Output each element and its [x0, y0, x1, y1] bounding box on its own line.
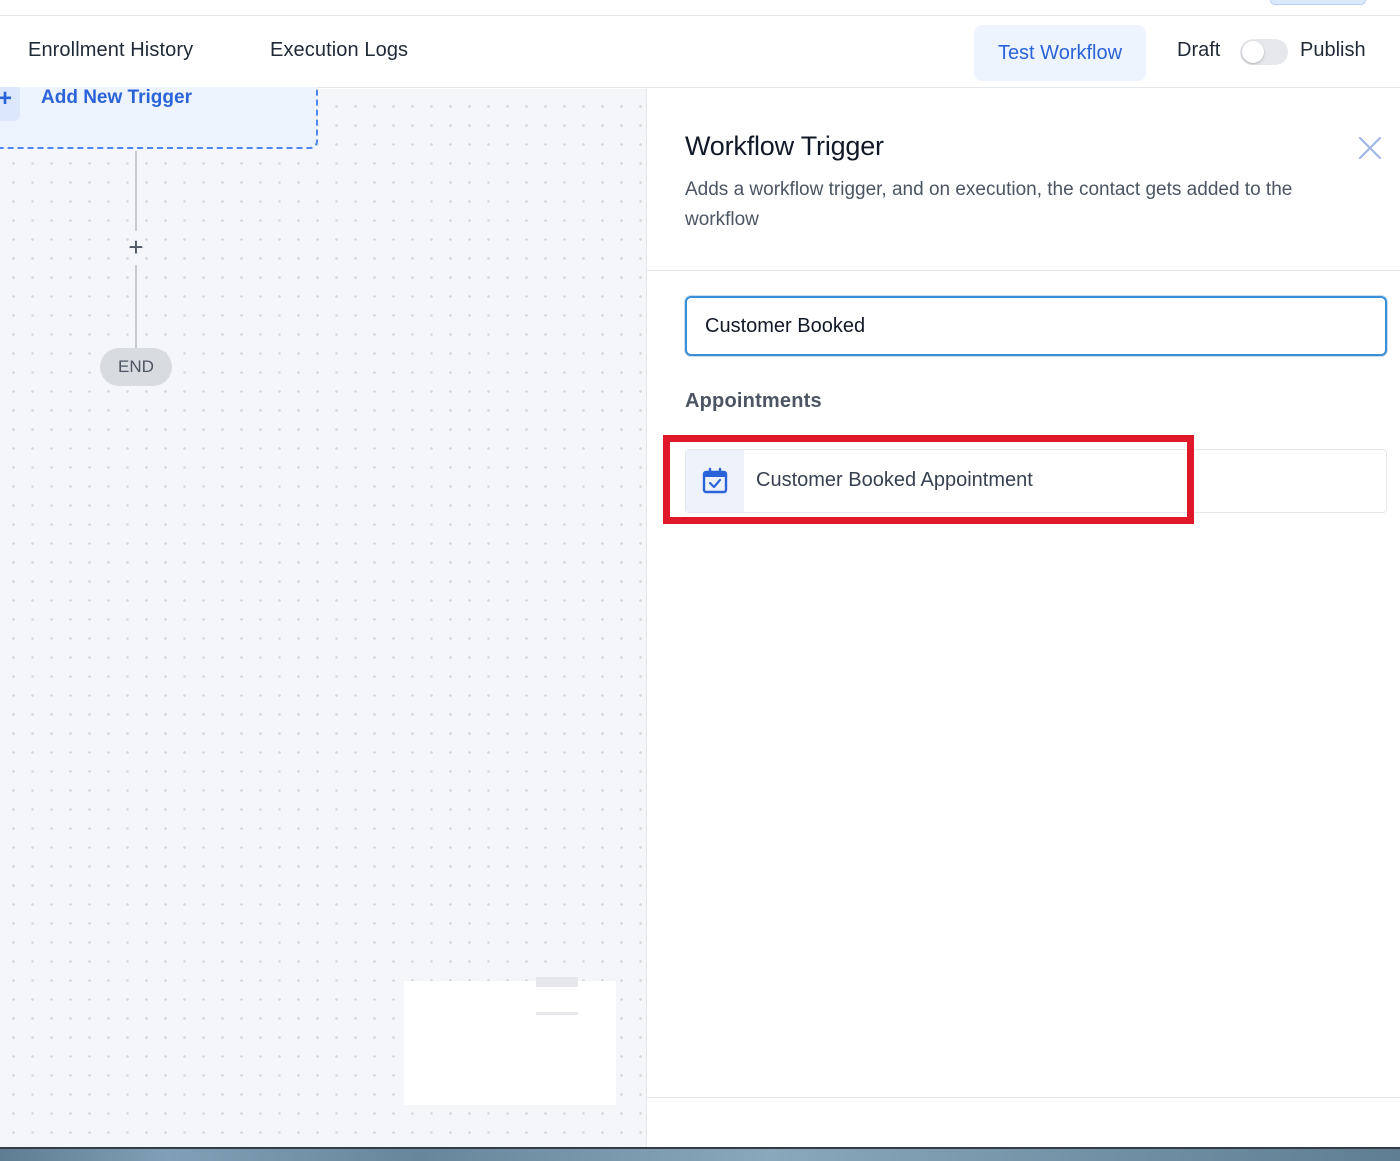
publish-toggle[interactable]: [1240, 39, 1288, 65]
section-label-appointments: Appointments: [685, 390, 822, 412]
option-label: Customer Booked Appointment: [756, 469, 1033, 491]
workflow-canvas[interactable]: + Add New Trigger + END: [0, 85, 646, 1147]
workflow-header: Enrollment History Execution Logs Test W…: [0, 17, 1400, 88]
panel-divider: [647, 270, 1400, 271]
add-new-trigger-label[interactable]: Add New Trigger: [41, 87, 192, 109]
workflow-trigger-panel: Workflow Trigger Adds a workflow trigger…: [646, 89, 1400, 1147]
minimap-bar: [536, 977, 578, 987]
panel-title: Workflow Trigger: [685, 131, 884, 161]
close-icon[interactable]: [1355, 133, 1385, 163]
trigger-search-input[interactable]: [685, 296, 1387, 356]
trigger-option-customer-booked-appointment[interactable]: Customer Booked Appointment: [685, 449, 1387, 513]
draft-label: Draft: [1177, 39, 1221, 61]
calendar-check-icon: [702, 467, 728, 494]
top-strip: [0, 0, 1400, 16]
tab-execution-logs[interactable]: Execution Logs: [270, 39, 408, 62]
toggle-knob: [1242, 41, 1264, 63]
top-peek-button[interactable]: [1270, 0, 1366, 5]
test-workflow-button[interactable]: Test Workflow: [974, 25, 1146, 81]
publish-label: Publish: [1300, 39, 1366, 61]
option-icon-container: [686, 450, 744, 512]
panel-description: Adds a workflow trigger, and on executio…: [685, 179, 1293, 230]
connector-line: [135, 265, 137, 351]
desktop-taskbar: [0, 1147, 1400, 1161]
add-action-button[interactable]: +: [124, 232, 148, 262]
canvas-minimap[interactable]: [404, 977, 616, 1105]
end-node: END: [100, 348, 172, 386]
plus-icon: +: [0, 85, 13, 112]
tab-enrollment-history[interactable]: Enrollment History: [28, 39, 193, 62]
minimap-bar: [536, 1012, 578, 1015]
app-window: Enrollment History Execution Logs Test W…: [0, 0, 1400, 1161]
connector-line: [135, 151, 137, 231]
panel-footer-divider: [647, 1097, 1400, 1098]
